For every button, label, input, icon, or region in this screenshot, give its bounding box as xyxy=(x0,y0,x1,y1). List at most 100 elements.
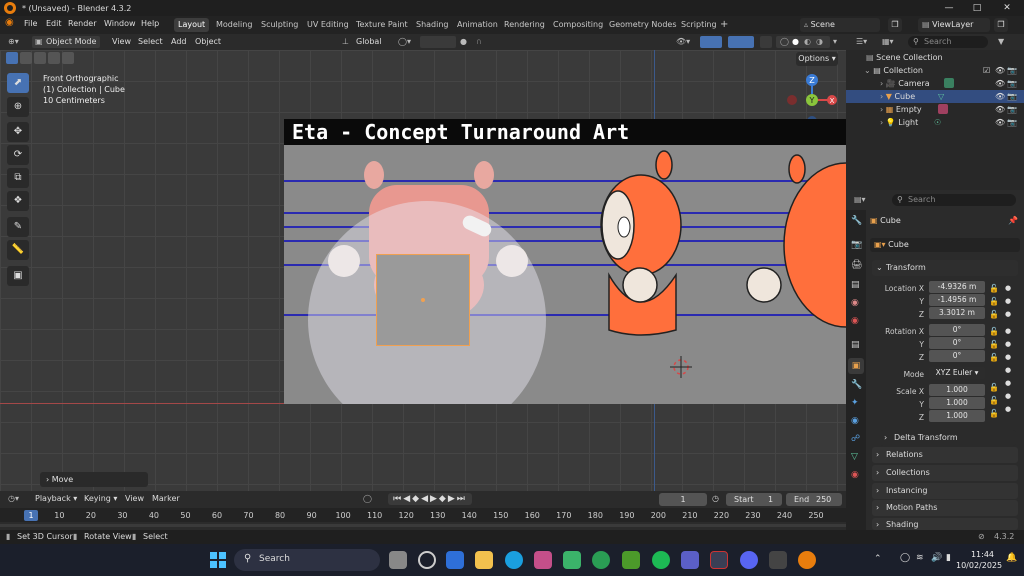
shading-options-icon[interactable]: ▾ xyxy=(833,36,837,48)
outliner-collection[interactable]: ⌄ ▤ Collection ☑ 👁 📷 xyxy=(846,64,1024,77)
camera-render-icon[interactable]: 📷 xyxy=(1007,90,1017,103)
scene-tab-icon[interactable]: ◉ xyxy=(851,298,859,308)
timeline-scrollbar[interactable] xyxy=(0,524,846,527)
eye-icon[interactable]: 👁 xyxy=(995,103,1005,116)
wifi-icon[interactable]: ≋ xyxy=(916,553,924,563)
rotation-y-field[interactable]: 0° xyxy=(929,337,985,349)
rotation-x-field[interactable]: 0° xyxy=(929,324,985,336)
keyframe-dot-icon[interactable]: ● xyxy=(1005,282,1011,295)
scale-tool[interactable]: ⧉ xyxy=(7,168,29,188)
photos-icon[interactable] xyxy=(534,551,552,569)
terminal-icon[interactable] xyxy=(769,551,787,569)
camera-render-icon[interactable]: 📷 xyxy=(1007,103,1017,116)
overlay-toggle[interactable] xyxy=(728,36,754,48)
tab-sculpting[interactable]: Sculpting xyxy=(257,18,302,32)
outliner-item-light[interactable]: › 💡 Light ☉ 👁 📷 xyxy=(846,116,1024,129)
tab-animation[interactable]: Animation xyxy=(453,18,502,32)
cursor-tool[interactable]: ⊕ xyxy=(7,97,29,117)
eye-icon[interactable]: 👁 xyxy=(995,77,1005,90)
menu-add[interactable]: Add xyxy=(171,36,187,48)
collection-tab-icon[interactable]: ▤ xyxy=(851,340,860,350)
mesh-data-icon[interactable]: ▽ xyxy=(938,90,944,103)
clock[interactable]: 11:44 10/02/2025 xyxy=(956,549,1002,571)
menu-view[interactable]: View xyxy=(112,36,131,48)
wireframe-shading-icon[interactable]: ◯ xyxy=(780,36,789,48)
prev-keyframe-icon[interactable]: ◀◆ xyxy=(403,494,421,504)
scale-y-field[interactable]: 1.000 xyxy=(929,397,985,409)
output-tab-icon[interactable]: 🖨 xyxy=(851,260,862,270)
orientation-selector[interactable]: ⊥ Global xyxy=(342,36,392,48)
blender-taskbar-icon[interactable] xyxy=(798,551,816,569)
new-view-layer-button[interactable]: ❐ xyxy=(994,18,1008,32)
particles-tab-icon[interactable]: ✦ xyxy=(851,398,859,408)
tab-rendering[interactable]: Rendering xyxy=(500,18,549,32)
discord-icon[interactable] xyxy=(740,551,758,569)
notification-icon[interactable]: 🔔 xyxy=(1006,553,1017,563)
physics-tab-icon[interactable]: ◉ xyxy=(851,416,859,426)
gizmo-x-negative[interactable] xyxy=(787,95,797,105)
timeline-editor-icon[interactable]: ◷▾ xyxy=(8,493,19,505)
annotate-tool[interactable]: ✎ xyxy=(7,217,29,237)
close-window-button[interactable]: ✕ xyxy=(992,0,1022,16)
task-view-icon[interactable] xyxy=(389,551,407,569)
eye-icon[interactable]: 👁 xyxy=(995,116,1005,129)
cube-object[interactable] xyxy=(376,254,470,346)
shading-modes[interactable]: ◯ ● ◐ ◑ xyxy=(776,36,830,48)
lock-location-z-icon[interactable]: 🔓 xyxy=(989,308,999,321)
outliner-item-empty[interactable]: › ▦ Empty 👁 📷 xyxy=(846,103,1024,116)
move-tool[interactable]: ✥ xyxy=(7,122,29,142)
spotify-icon[interactable] xyxy=(652,551,670,569)
start-frame-field[interactable]: Start 1 xyxy=(726,493,782,506)
chevron-up-icon[interactable]: ⌃ xyxy=(874,554,882,564)
data-tab-icon[interactable]: ▽ xyxy=(851,452,858,462)
object-name[interactable]: Cube xyxy=(880,216,901,225)
menu-file[interactable]: File xyxy=(24,19,37,28)
next-keyframe-icon[interactable]: ◆▶ xyxy=(439,494,457,504)
keyframe-dot-icon[interactable]: ● xyxy=(1005,377,1011,390)
tab-compositing[interactable]: Compositing xyxy=(549,18,607,32)
falloff-icon[interactable]: ∩ xyxy=(476,36,482,48)
end-frame-field[interactable]: End 250 xyxy=(786,493,842,506)
maximize-button[interactable]: □ xyxy=(962,0,992,16)
rendered-shading-icon[interactable]: ◑ xyxy=(816,36,823,48)
location-z-field[interactable]: 3.3012 m xyxy=(929,307,985,319)
battery-icon[interactable]: ▮ xyxy=(946,553,951,563)
proportional-edit-icon[interactable]: ● xyxy=(460,36,467,48)
minimize-button[interactable]: — xyxy=(934,0,964,16)
volume-icon[interactable]: 🔊 xyxy=(931,553,942,563)
menu-help[interactable]: Help xyxy=(141,19,159,28)
camera-render-icon[interactable]: 📷 xyxy=(1007,77,1017,90)
object-tab-icon[interactable]: ▣ xyxy=(848,358,864,374)
last-operator-panel[interactable]: › Move xyxy=(40,472,148,487)
file-explorer-icon[interactable] xyxy=(475,551,493,569)
tab-scripting[interactable]: Scripting xyxy=(677,18,721,32)
select-new-icon[interactable] xyxy=(6,52,18,64)
instancing-panel-header[interactable]: › Instancing xyxy=(872,483,1018,499)
tab-modeling[interactable]: Modeling xyxy=(212,18,256,32)
teams-icon[interactable] xyxy=(681,551,699,569)
video-editor-icon[interactable] xyxy=(710,551,728,569)
3d-viewport[interactable]: Options ▾ Front Orthographic (1) Collect… xyxy=(0,50,846,491)
outliner-scene-collection[interactable]: ▤ Scene Collection xyxy=(846,51,1024,64)
properties-editor-icon[interactable]: ▤▾ xyxy=(854,194,866,206)
timeline-track[interactable] xyxy=(0,522,846,530)
camera-render-icon[interactable]: 📷 xyxy=(1007,64,1017,77)
delta-transform-header[interactable]: › Delta Transform xyxy=(880,430,1016,446)
select-extend-icon[interactable] xyxy=(20,52,32,64)
lock-scale-y-icon[interactable]: 🔓 xyxy=(989,394,999,407)
keyframe-dot-icon[interactable]: ● xyxy=(1005,295,1011,308)
rotation-z-field[interactable]: 0° xyxy=(929,350,985,362)
options-button[interactable]: Options ▾ xyxy=(796,52,838,66)
pivot-icon[interactable]: ◯▾ xyxy=(398,36,411,48)
outliner-search-input[interactable]: ⚲ Search xyxy=(908,36,988,48)
tab-shading[interactable]: Shading xyxy=(412,18,453,32)
new-scene-button[interactable]: ❐ xyxy=(888,18,902,32)
transform-panel-header[interactable]: ⌄ Transform xyxy=(872,260,1018,276)
filter-icon[interactable]: ▼ xyxy=(998,36,1004,48)
menu-window[interactable]: Window xyxy=(104,19,136,28)
view-layer-tab-icon[interactable]: ▤ xyxy=(851,280,860,290)
visibility-icon[interactable]: 👁▾ xyxy=(676,36,690,48)
add-cube-tool[interactable]: ▣ xyxy=(7,266,29,286)
measure-tool[interactable]: 📏 xyxy=(7,240,29,260)
collections-panel-header[interactable]: › Collections xyxy=(872,465,1018,481)
